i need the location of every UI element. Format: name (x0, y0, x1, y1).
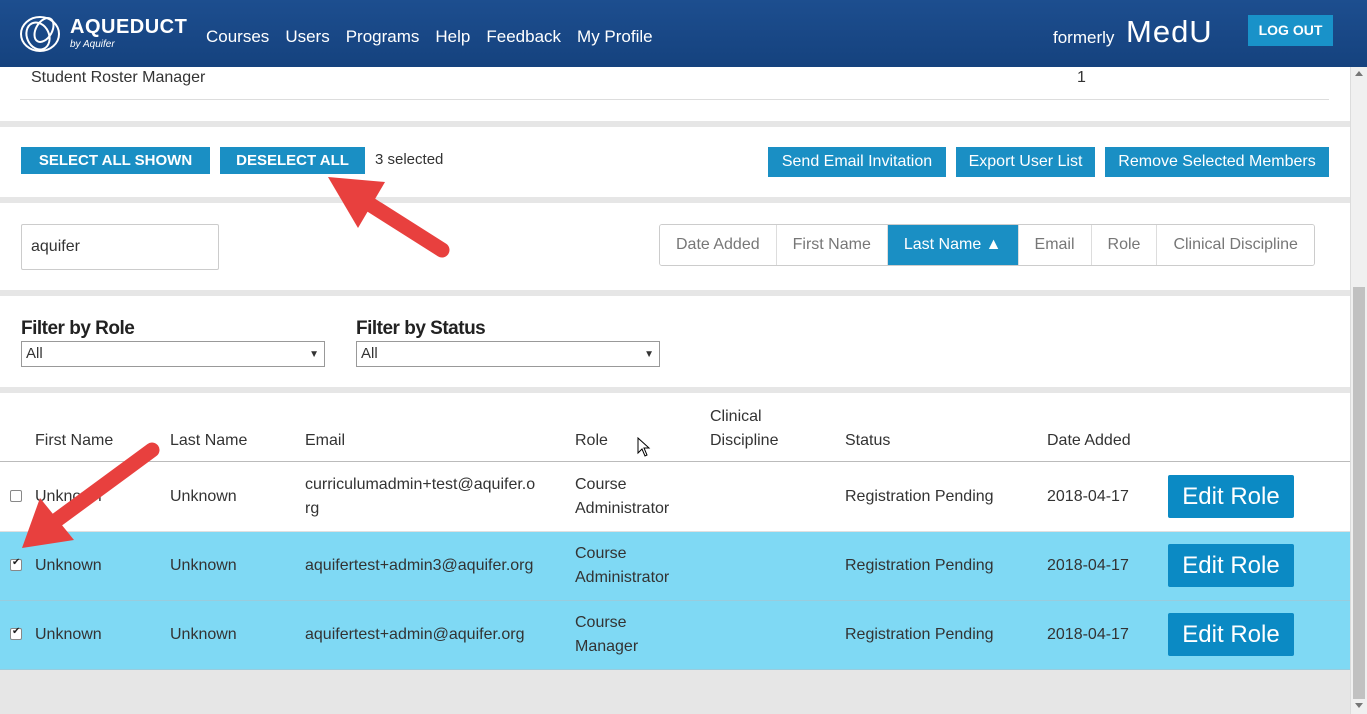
selected-count: 3 selected (375, 151, 444, 168)
cell-role: Course (575, 476, 627, 493)
row-checkbox[interactable] (10, 626, 22, 640)
cell-status: Registration Pending (845, 557, 994, 574)
sort-last-name[interactable]: Last Name ▲ (887, 225, 1019, 265)
row-checkbox[interactable] (10, 490, 22, 502)
filter-role-select[interactable]: All ▼ (21, 341, 325, 367)
aqueduct-logo-icon (20, 16, 60, 52)
page-scrollbar[interactable] (1350, 67, 1367, 714)
table-row: Unknown Unknown aquifertest+admin3@aquif… (0, 532, 1350, 601)
col-first-name[interactable]: First Name (35, 432, 113, 450)
nav-feedback[interactable]: Feedback (486, 27, 561, 47)
filter-role-value: All (26, 345, 43, 362)
filter-status-label: Filter by Status (356, 318, 486, 339)
scroll-thumb[interactable] (1353, 287, 1365, 699)
col-status[interactable]: Status (845, 432, 890, 450)
top-navbar: AQUEDUCT by Aquifer Courses Users Progra… (0, 0, 1367, 67)
cell-first-name: Unknown (35, 557, 102, 574)
logo-title: AQUEDUCT (70, 16, 188, 38)
sort-email[interactable]: Email (1018, 225, 1092, 265)
filter-status-select[interactable]: All ▼ (356, 341, 660, 367)
edit-role-button[interactable]: Edit Role (1168, 475, 1294, 518)
nav-my-profile[interactable]: My Profile (577, 27, 653, 47)
cell-email: aquifertest+admin3@aquifer.org (305, 557, 534, 574)
divider (20, 99, 1329, 100)
nav-users[interactable]: Users (285, 27, 329, 47)
sort-role[interactable]: Role (1091, 225, 1158, 265)
logo-subtitle: by Aquifer (70, 39, 115, 50)
dropdown-arrow-icon: ▼ (309, 349, 319, 360)
roster-label: Student Roster Manager (31, 69, 206, 86)
aqueduct-logo[interactable]: AQUEDUCT by Aquifer (18, 10, 187, 56)
select-all-shown-button[interactable]: SELECT ALL SHOWN (21, 147, 210, 174)
cell-email-wrap: rg (305, 500, 320, 517)
col-date-added[interactable]: Date Added (1047, 432, 1131, 450)
logout-button[interactable]: LOG OUT (1248, 15, 1333, 46)
users-table: First Name Last Name Email Role Clinical… (0, 393, 1350, 670)
cell-date-added: 2018-04-17 (1047, 488, 1129, 505)
edit-role-button[interactable]: Edit Role (1168, 613, 1294, 656)
cell-date-added: 2018-04-17 (1047, 626, 1129, 643)
table-row: Unknown Unknown aquifertest+admin@aquife… (0, 601, 1350, 670)
table-row: Unknown Unknown curriculumadmin+test@aqu… (0, 463, 1350, 532)
roster-count: 1 (1077, 69, 1086, 86)
remove-selected-members-button[interactable]: Remove Selected Members (1105, 147, 1329, 177)
main-nav: Courses Users Programs Help Feedback My … (206, 27, 669, 47)
sort-date-added[interactable]: Date Added (660, 225, 777, 265)
cell-role-wrap: Administrator (575, 500, 670, 517)
col-clinical-line2[interactable]: Discipline (710, 432, 778, 450)
search-sort-panel: Date Added First Name Last Name ▲ Email … (0, 203, 1350, 290)
search-input[interactable] (21, 224, 219, 270)
col-email[interactable]: Email (305, 432, 345, 450)
dropdown-arrow-icon: ▼ (644, 349, 654, 360)
nav-help[interactable]: Help (435, 27, 470, 47)
edit-role-button[interactable]: Edit Role (1168, 544, 1294, 587)
cell-first-name: Unknown (35, 488, 102, 505)
col-last-name[interactable]: Last Name (170, 432, 247, 450)
export-user-list-button[interactable]: Export User List (956, 147, 1095, 177)
mouse-cursor-icon (637, 437, 651, 457)
scroll-up-arrow-icon[interactable] (1355, 71, 1363, 76)
sort-button-group: Date Added First Name Last Name ▲ Email … (659, 224, 1315, 266)
bulk-actions-panel: SELECT ALL SHOWN DESELECT ALL 3 selected… (0, 127, 1350, 197)
cell-role: Course (575, 614, 627, 631)
cell-last-name: Unknown (170, 488, 237, 505)
cell-status: Registration Pending (845, 488, 994, 505)
cell-email: curriculumadmin+test@aquifer.o (305, 476, 536, 493)
cell-role-wrap: Administrator (575, 569, 670, 586)
col-role[interactable]: Role (575, 432, 608, 450)
filter-role-label: Filter by Role (21, 318, 135, 339)
cell-last-name: Unknown (170, 557, 237, 574)
nav-programs[interactable]: Programs (346, 27, 420, 47)
col-clinical-line1[interactable]: Clinical (710, 408, 762, 426)
table-header: First Name Last Name Email Role Clinical… (0, 393, 1350, 462)
sort-clinical-discipline[interactable]: Clinical Discipline (1157, 225, 1314, 265)
roster-panel: Student Roster Manager 1 (0, 67, 1350, 121)
send-email-invitation-button[interactable]: Send Email Invitation (768, 147, 946, 177)
cell-role-wrap: Manager (575, 638, 639, 655)
medu-brand: MedU (1126, 14, 1213, 49)
filter-status-value: All (361, 345, 378, 362)
cell-email: aquifertest+admin@aquifer.org (305, 626, 525, 643)
cell-date-added: 2018-04-17 (1047, 557, 1129, 574)
sort-first-name[interactable]: First Name (776, 225, 888, 265)
deselect-all-button[interactable]: DESELECT ALL (220, 147, 365, 174)
cell-status: Registration Pending (845, 626, 994, 643)
filter-panel: Filter by Role All ▼ Filter by Status Al… (0, 296, 1350, 387)
cell-role: Course (575, 545, 627, 562)
row-checkbox[interactable] (10, 557, 22, 571)
nav-courses[interactable]: Courses (206, 27, 269, 47)
formerly-label: formerly (1053, 28, 1115, 47)
scroll-down-arrow-icon[interactable] (1355, 703, 1363, 708)
cell-first-name: Unknown (35, 626, 102, 643)
cell-last-name: Unknown (170, 626, 237, 643)
